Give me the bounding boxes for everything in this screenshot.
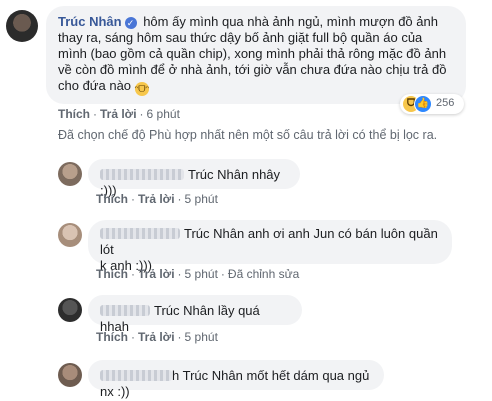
reply-avatar[interactable] <box>58 363 82 387</box>
reaction-count: 256 <box>436 97 455 109</box>
timestamp[interactable]: 5 phút <box>185 330 218 344</box>
name-tail: h <box>172 368 180 383</box>
reply-actions: Thích · Trả lời · 5 phút · Đã chỉnh sửa <box>96 267 300 281</box>
reply-link[interactable]: Trả lời <box>100 107 137 121</box>
redacted-name <box>100 228 180 239</box>
like-reaction-icon: 👍 <box>414 95 432 113</box>
comment-bubble: Trúc Nhân ✓ hôm ấy mình qua nhà ảnh ngủ, … <box>46 6 466 104</box>
like-link[interactable]: Thích <box>96 192 128 206</box>
reply-link[interactable]: Trả lời <box>138 192 175 206</box>
redacted-name <box>100 370 172 381</box>
reply-bubble: Trúc Nhân nhây :))) <box>88 159 300 198</box>
like-link[interactable]: Thích <box>58 107 90 121</box>
timestamp[interactable]: 5 phút <box>185 192 218 206</box>
reply-link[interactable]: Trả lời <box>138 267 175 281</box>
author-name[interactable]: Trúc Nhân <box>58 14 122 29</box>
like-link[interactable]: Thích <box>96 330 128 344</box>
reply-bubble: Trúc Nhân anh ơi anh Jun có bán luôn quầ… <box>88 220 452 273</box>
reply-actions: Thích · Trả lời · 5 phút <box>96 192 218 206</box>
filter-notice: Đã chọn chế độ Phù hợp nhất nên một số c… <box>58 128 438 142</box>
redacted-name <box>100 305 150 316</box>
reply-link[interactable]: Trả lời <box>138 330 175 344</box>
reaction-summary[interactable]: ᗜ 👍 256 <box>400 94 464 114</box>
reply-avatar[interactable] <box>58 223 82 247</box>
comment-actions: Thích · Trả lời · 6 phút <box>58 107 180 121</box>
edited-label[interactable]: Đã chỉnh sửa <box>228 267 299 281</box>
redacted-name <box>100 169 184 180</box>
mention[interactable]: Trúc Nhân <box>154 303 214 318</box>
reply-avatar[interactable] <box>58 162 82 186</box>
reply-avatar[interactable] <box>58 298 82 322</box>
author-avatar[interactable] <box>6 10 38 42</box>
timestamp[interactable]: 5 phút <box>185 267 218 281</box>
reply-actions: Thích · Trả lời · 5 phút <box>96 330 218 344</box>
timestamp[interactable]: 6 phút <box>147 107 180 121</box>
reply-bubble: Trúc Nhân lầy quá hhah <box>88 295 302 334</box>
verified-icon: ✓ <box>124 17 137 29</box>
mention[interactable]: Trúc Nhân <box>183 368 243 383</box>
reply-bubble: h Trúc Nhân mốt hết dám qua ngủ nx :)) <box>88 360 384 399</box>
mention[interactable]: Trúc Nhân <box>188 167 248 182</box>
mention[interactable]: Trúc Nhân <box>184 226 244 241</box>
like-link[interactable]: Thích <box>96 267 128 281</box>
laughing-emoji-icon: ᵔᗜᵔ <box>134 82 149 96</box>
